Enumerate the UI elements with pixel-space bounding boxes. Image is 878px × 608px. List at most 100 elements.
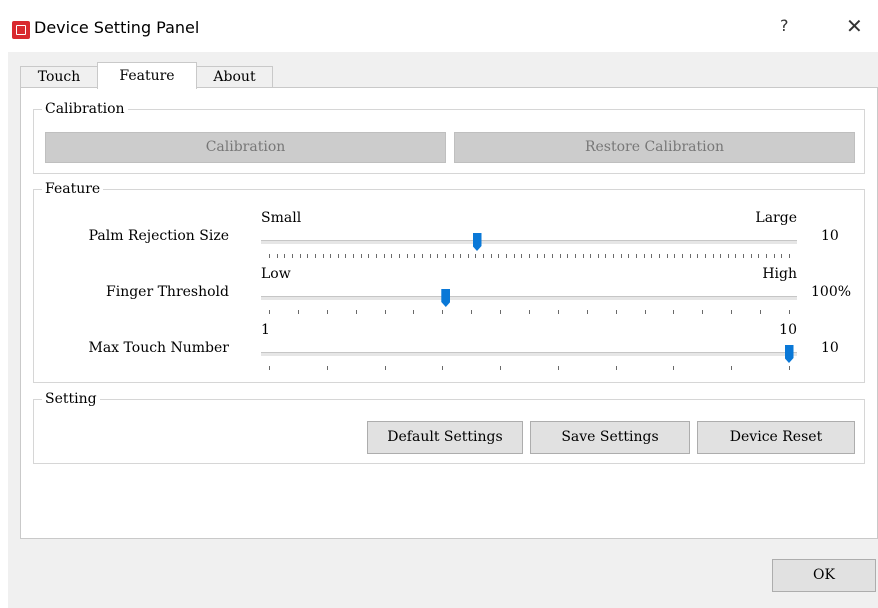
slider-tick — [735, 254, 737, 258]
slider-tick — [284, 254, 286, 258]
slider-tick — [406, 254, 408, 258]
slider-tick — [413, 310, 415, 314]
slider-tick — [712, 254, 714, 258]
slider-tick — [326, 310, 328, 314]
finger-threshold-ticks — [261, 310, 797, 314]
slider-tick — [475, 254, 477, 258]
slider-tick — [628, 254, 630, 258]
slider-tick — [702, 310, 704, 314]
tab-about[interactable]: About — [196, 66, 273, 88]
palm-rejection-max-label: Large — [755, 210, 797, 226]
slider-tick — [490, 254, 492, 258]
finger-threshold-thumb[interactable] — [441, 289, 451, 307]
slider-tick — [551, 254, 553, 258]
slider-tick — [500, 310, 502, 314]
max-touch-value: 10 — [821, 340, 839, 356]
setting-group: Setting Default Settings Save Settings D… — [33, 390, 865, 464]
slider-tick — [613, 254, 615, 258]
device-reset-button[interactable]: Device Reset — [697, 421, 855, 454]
slider-tick — [758, 254, 760, 258]
calibration-button[interactable]: Calibration — [45, 132, 446, 163]
slider-tick — [673, 310, 675, 314]
slider-tick — [681, 254, 683, 258]
slider-tick — [567, 254, 569, 258]
slider-tick — [781, 254, 783, 258]
title-bar: Device Setting Panel ? ✕ — [0, 0, 878, 52]
slider-tick — [544, 254, 546, 258]
slider-tick — [673, 366, 675, 370]
slider-tick — [299, 254, 301, 258]
slider-tick — [353, 254, 355, 258]
slider-tick — [414, 254, 416, 258]
slider-tick — [557, 366, 559, 370]
slider-tick — [467, 254, 469, 258]
slider-tick — [521, 254, 523, 258]
slider-tick — [322, 254, 324, 258]
slider-tick — [429, 254, 431, 258]
slider-tick — [269, 254, 270, 258]
slider-tick — [529, 254, 530, 258]
max-touch-ticks — [261, 366, 797, 370]
slider-tick — [574, 254, 576, 258]
slider-tick — [689, 254, 691, 258]
slider-tick — [720, 254, 722, 258]
feature-group: Feature Palm Rejection Size Small Large … — [33, 180, 865, 383]
slider-tick — [557, 310, 559, 314]
slider-tick — [383, 254, 385, 258]
slider-tick — [620, 254, 622, 258]
slider-tick — [391, 254, 393, 258]
window-title: Device Setting Panel — [34, 18, 200, 37]
restore-calibration-button[interactable]: Restore Calibration — [454, 132, 855, 163]
slider-tick — [452, 254, 454, 258]
slider-tick — [471, 310, 473, 314]
palm-rejection-value: 10 — [821, 228, 839, 244]
slider-tick — [421, 254, 423, 258]
slider-tick — [615, 366, 617, 370]
slider-tick — [437, 254, 439, 258]
slider-tick — [605, 254, 607, 258]
slider-tick — [636, 254, 638, 258]
finger-threshold-max-label: High — [762, 266, 797, 282]
close-button[interactable]: ✕ — [846, 14, 863, 38]
finger-threshold-track[interactable] — [261, 296, 797, 300]
palm-rejection-thumb[interactable] — [472, 233, 482, 251]
window-edge — [0, 52, 8, 608]
slider-tick — [789, 366, 790, 370]
slider-tick — [368, 254, 370, 258]
slider-tick — [529, 310, 530, 314]
calibration-group: Calibration Calibration Restore Calibrat… — [33, 100, 865, 174]
slider-tick — [291, 254, 293, 258]
max-touch-min-label: 1 — [261, 322, 270, 338]
ok-button[interactable]: OK — [772, 559, 876, 592]
slider-tick — [326, 366, 328, 370]
slider-tick — [460, 254, 462, 258]
palm-rejection-track[interactable] — [261, 240, 797, 244]
tab-touch[interactable]: Touch — [20, 66, 98, 88]
slider-tick — [773, 254, 775, 258]
max-touch-max-label: 10 — [779, 322, 797, 338]
slider-tick — [384, 310, 386, 314]
slider-tick — [731, 366, 733, 370]
slider-tick — [360, 254, 362, 258]
slider-tick — [643, 254, 645, 258]
default-settings-button[interactable]: Default Settings — [367, 421, 523, 454]
slider-tick — [297, 310, 299, 314]
slider-tick — [330, 254, 332, 258]
max-touch-thumb[interactable] — [784, 345, 794, 363]
slider-tick — [697, 254, 699, 258]
slider-tick — [666, 254, 668, 258]
tab-feature[interactable]: Feature — [97, 62, 197, 89]
slider-tick — [399, 254, 400, 258]
slider-tick — [590, 254, 592, 258]
max-touch-track[interactable] — [261, 352, 797, 356]
slider-tick — [536, 254, 538, 258]
help-button[interactable]: ? — [780, 16, 789, 35]
slider-tick — [766, 254, 768, 258]
slider-tick — [269, 310, 270, 314]
tab-content-panel: Calibration Calibration Restore Calibrat… — [20, 87, 878, 539]
slider-tick — [345, 254, 347, 258]
slider-tick — [314, 254, 316, 258]
slider-tick — [442, 310, 444, 314]
palm-rejection-label: Palm Rejection Size — [88, 228, 229, 244]
save-settings-button[interactable]: Save Settings — [530, 421, 690, 454]
